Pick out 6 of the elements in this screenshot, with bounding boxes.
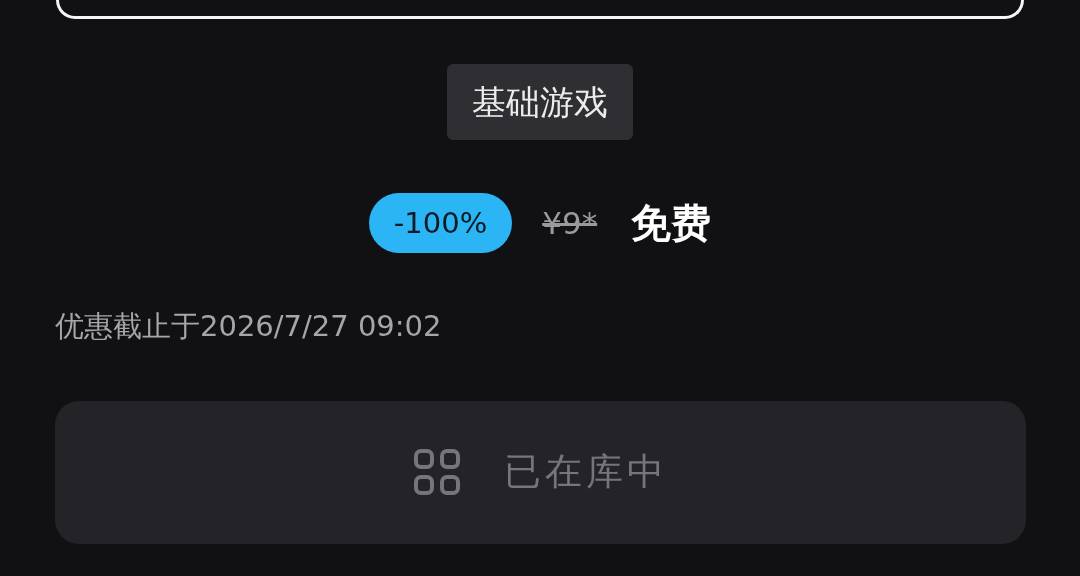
discount-badge: -100% [368,193,513,253]
deadline-text: 优惠截止于2026/7/27 09:02 [55,308,443,345]
category-tag: 基础游戏 [447,64,633,140]
original-price: ¥9* [542,203,598,243]
final-price: 免费 [631,199,712,248]
grid-icon [413,449,460,495]
